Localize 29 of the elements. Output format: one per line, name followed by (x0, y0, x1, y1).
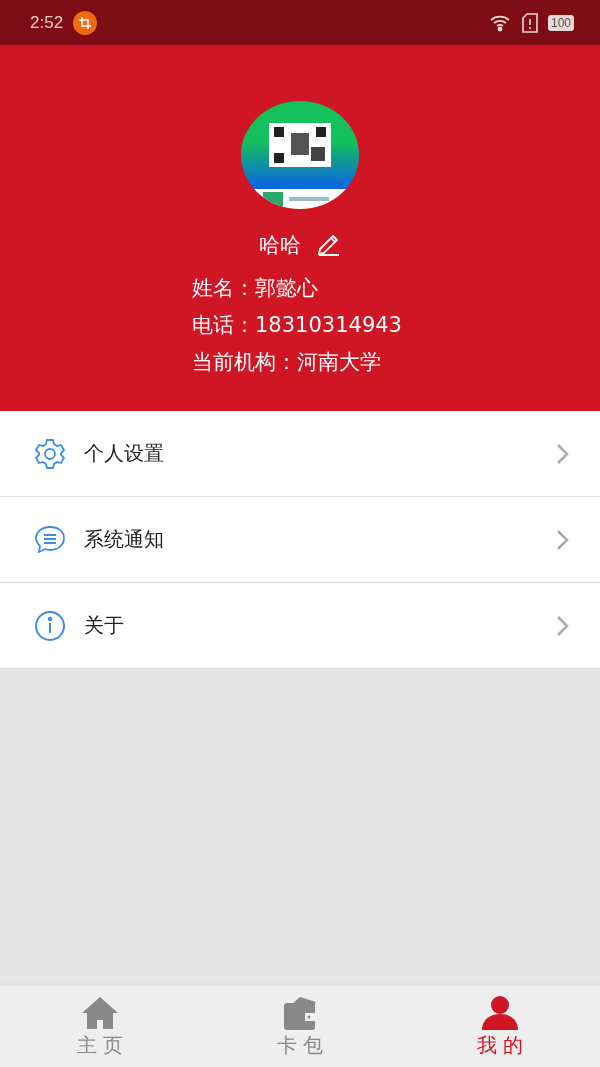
edit-pencil-icon[interactable] (317, 234, 341, 256)
profile-field: 姓名：郭懿心 (192, 275, 402, 302)
info-icon (34, 609, 66, 642)
profile-field: 当前机构：河南大学 (192, 349, 402, 376)
home-icon (81, 996, 119, 1030)
menu-label: 个人设置 (84, 440, 165, 467)
chevron-icon (556, 614, 570, 637)
chevron-icon (556, 528, 570, 551)
nickname: 哈哈 (259, 232, 301, 259)
tab-label: 主 页 (76, 1032, 124, 1059)
battery-level: 100 (547, 14, 574, 31)
tab-label: 我 的 (476, 1032, 524, 1059)
menu-row[interactable]: 系统通知 (0, 497, 600, 583)
tab[interactable]: 我 的 (400, 986, 600, 1067)
settings-icon (34, 437, 66, 470)
menu-label: 系统通知 (84, 526, 165, 553)
chevron-icon (556, 442, 570, 465)
sim-alert-icon (521, 12, 538, 33)
wallet-icon (283, 996, 317, 1030)
menu-row[interactable]: 个人设置 (0, 411, 600, 497)
menu-row[interactable]: 关于 (0, 583, 600, 669)
chat-bubble-icon (34, 524, 66, 555)
wifi-icon (489, 13, 512, 32)
crop-icon (73, 10, 98, 35)
user-icon (481, 996, 519, 1030)
tab-label: 卡 包 (276, 1032, 324, 1059)
profile-field: 电话：18310314943 (192, 312, 402, 339)
status-time: 2:52 (30, 12, 64, 33)
menu-label: 关于 (84, 612, 125, 639)
